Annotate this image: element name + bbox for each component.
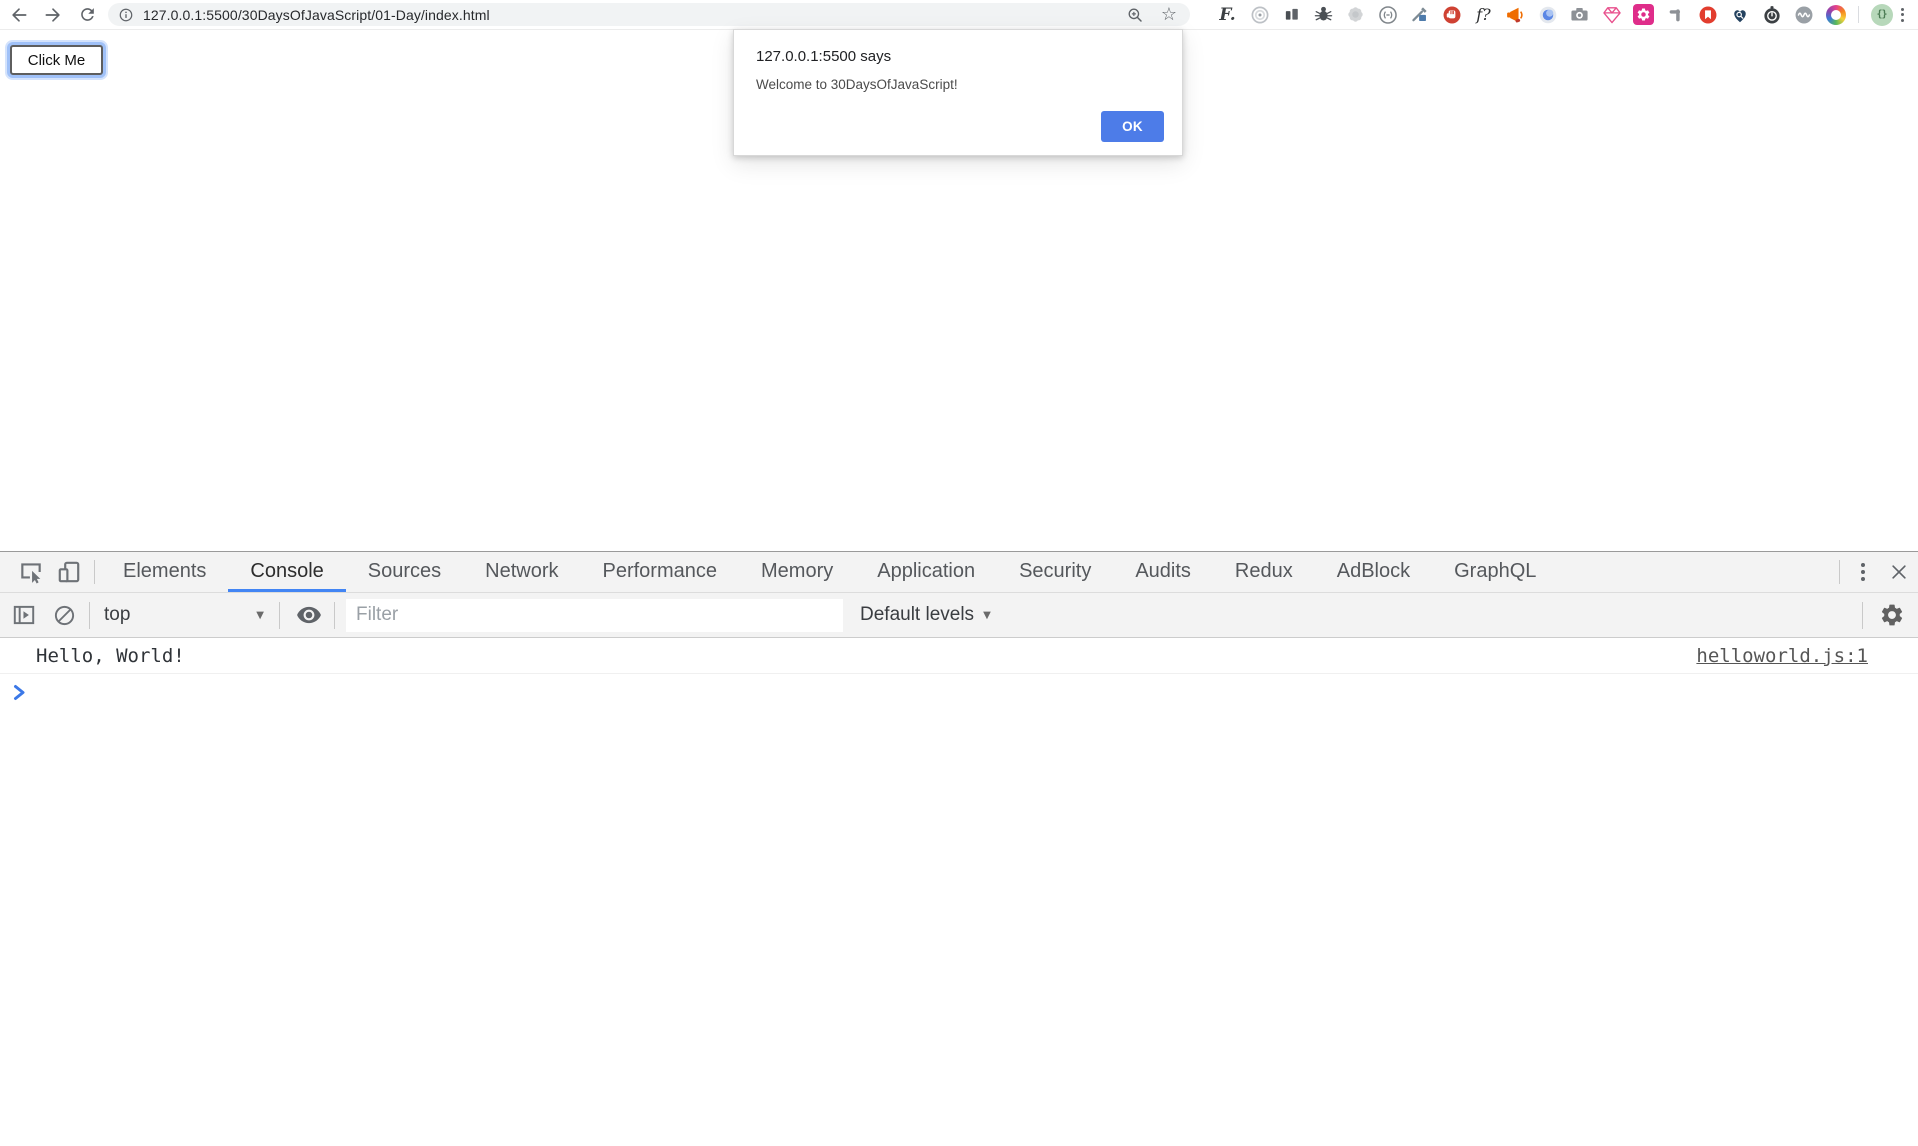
megaphone-extension-icon[interactable] (1502, 1, 1529, 28)
rainbow-ring-extension-icon[interactable] (1822, 1, 1849, 28)
execution-context-selector[interactable]: top ▼ (97, 604, 272, 626)
tabbar-separator (94, 560, 95, 584)
strip-divider (1858, 6, 1859, 23)
live-expression-button[interactable] (291, 597, 327, 633)
nav-controls (6, 0, 100, 29)
url-text: 127.0.0.1:5500/30DaysOfJavaScript/01-Day… (143, 7, 490, 23)
tab-adblock[interactable]: AdBlock (1315, 552, 1432, 592)
alert-title: 127.0.0.1:5500 says (756, 48, 1160, 65)
tabbar-separator (1839, 560, 1840, 584)
tab-sources[interactable]: Sources (346, 552, 463, 592)
json-viewer-extension-icon[interactable]: {} (1868, 1, 1895, 28)
context-label: top (104, 604, 130, 626)
close-icon (1889, 562, 1909, 582)
heart-magnifier-extension-icon[interactable] (1726, 1, 1753, 28)
gear-square-extension-icon[interactable] (1630, 1, 1657, 28)
clear-console-button[interactable] (46, 597, 82, 633)
address-bar[interactable]: 127.0.0.1:5500/30DaysOfJavaScript/01-Day… (108, 3, 1190, 26)
toolbar-separator (1862, 602, 1863, 629)
click-me-button[interactable]: Click Me (10, 45, 103, 75)
gem-extension-icon[interactable] (1598, 1, 1625, 28)
columns-extension-icon[interactable] (1278, 1, 1305, 28)
console-prompt-row[interactable] (0, 674, 1918, 711)
fonts-extension-icon[interactable]: F. (1214, 1, 1241, 28)
device-toolbar-button[interactable] (50, 552, 88, 592)
back-arrow-icon (9, 5, 29, 25)
levels-label: Default levels (860, 604, 974, 626)
info-icon[interactable] (118, 7, 134, 23)
wave-extension-icon[interactable] (1790, 1, 1817, 28)
console-source-link[interactable]: helloworld.js:1 (1696, 645, 1868, 667)
tab-security[interactable]: Security (997, 552, 1113, 592)
swirl-extension-icon[interactable] (1534, 1, 1561, 28)
console-message-text: Hello, World! (36, 645, 185, 667)
stop-hand-extension-icon[interactable] (1438, 1, 1465, 28)
device-icon (56, 559, 82, 585)
inspect-cursor-icon (18, 559, 44, 585)
tab-network[interactable]: Network (463, 552, 580, 592)
tab-memory[interactable]: Memory (739, 552, 855, 592)
sidebar-panel-icon (11, 602, 37, 628)
console-prompt-chevron (13, 684, 26, 701)
reload-button[interactable] (74, 2, 100, 28)
alert-message: Welcome to 30DaysOfJavaScript! (756, 77, 1160, 92)
devtools-close-button[interactable] (1880, 552, 1918, 592)
tab-graphql[interactable]: GraphQL (1432, 552, 1558, 592)
toolbar-separator (334, 602, 335, 629)
console-settings-button[interactable] (1874, 597, 1910, 633)
devtools-menu-button[interactable] (1846, 552, 1880, 592)
tab-application[interactable]: Application (855, 552, 997, 592)
bug-extension-icon[interactable] (1310, 1, 1337, 28)
tab-elements[interactable]: Elements (101, 552, 228, 592)
tab-performance[interactable]: Performance (581, 552, 740, 592)
console-message-row: Hello, World! helloworld.js:1 (0, 638, 1918, 674)
toolbar-separator (279, 602, 280, 629)
chevron-down-icon: ▼ (256, 610, 264, 621)
eye-icon (296, 602, 322, 628)
camera-extension-icon[interactable] (1566, 1, 1593, 28)
console-sidebar-toggle-button[interactable] (6, 597, 42, 633)
eyedropper-extension-icon[interactable] (1406, 1, 1433, 28)
stopwatch-extension-icon[interactable] (1758, 1, 1785, 28)
devtools-tabbar: Elements Console Sources Network Perform… (0, 552, 1918, 593)
browser-window: 127.0.0.1:5500/30DaysOfJavaScript/01-Day… (0, 0, 1918, 1146)
gear-icon (1879, 602, 1905, 628)
console-filter-input[interactable] (346, 599, 843, 632)
devtools-panel: Elements Console Sources Network Perform… (0, 551, 1918, 1146)
tab-console[interactable]: Console (228, 552, 345, 592)
back-button[interactable] (6, 2, 32, 28)
alert-dialog: 127.0.0.1:5500 says Welcome to 30DaysOfJ… (733, 29, 1183, 156)
chevron-down-icon: ▼ (983, 610, 991, 621)
flower-extension-icon[interactable] (1342, 1, 1369, 28)
toolbar-separator (89, 602, 90, 629)
tabbar-spacer (1558, 552, 1833, 592)
forward-arrow-icon (43, 5, 63, 25)
console-toolbar: top ▼ Default levels ▼ (0, 593, 1918, 638)
zoom-indicator-icon[interactable] (1124, 4, 1146, 26)
browser-toolbar: 127.0.0.1:5500/30DaysOfJavaScript/01-Day… (0, 0, 1918, 30)
extensions-strip: F. f? {} (1209, 0, 1918, 29)
tab-audits[interactable]: Audits (1113, 552, 1213, 592)
alert-ok-button[interactable]: OK (1101, 111, 1164, 142)
inspect-element-button[interactable] (12, 552, 50, 592)
tab-redux[interactable]: Redux (1213, 552, 1315, 592)
fn-question-extension-icon[interactable]: f? (1470, 1, 1497, 28)
block-icon (53, 604, 76, 627)
log-levels-selector[interactable]: Default levels ▼ (860, 604, 991, 626)
atom-extension-icon[interactable] (1246, 1, 1273, 28)
bookmark-extension-icon[interactable] (1694, 1, 1721, 28)
corner-arrow-extension-icon[interactable] (1662, 1, 1689, 28)
browser-menu-button[interactable] (1901, 8, 1904, 22)
forward-button[interactable] (40, 2, 66, 28)
parens-extension-icon[interactable] (1374, 1, 1401, 28)
bookmark-star-icon[interactable]: ☆ (1158, 4, 1180, 26)
reload-icon (78, 5, 97, 24)
